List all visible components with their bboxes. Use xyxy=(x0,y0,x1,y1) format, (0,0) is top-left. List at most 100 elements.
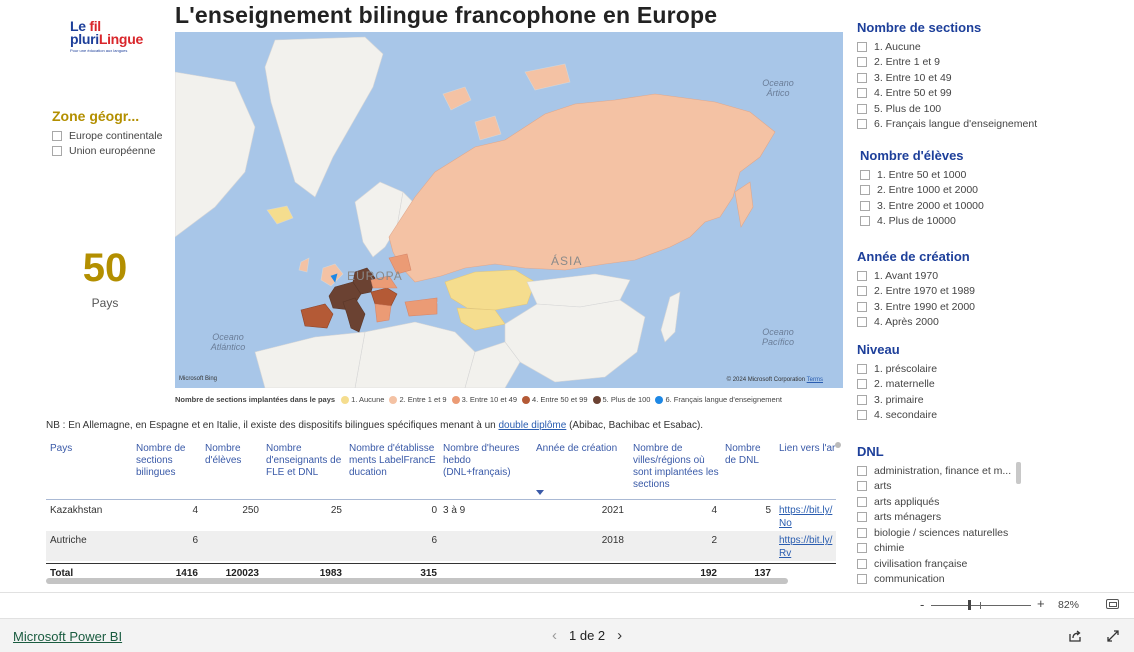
table-row[interactable]: Kazakhstan 4 250 25 0 3 à 9 2021 4 5 htt… xyxy=(46,501,836,531)
checkbox[interactable] xyxy=(857,41,867,52)
filter-option[interactable]: 1. Avant 1970 xyxy=(857,268,975,284)
dnl-list-scrollbar[interactable] xyxy=(1016,462,1021,484)
next-page-button[interactable]: › xyxy=(617,627,622,644)
filter-option[interactable]: civilisation française xyxy=(857,556,1011,572)
checkbox[interactable] xyxy=(857,394,867,405)
zoom-percent: 82% xyxy=(1058,599,1080,611)
checkbox[interactable] xyxy=(857,317,867,328)
filter-option[interactable]: 2. Entre 1970 et 1989 xyxy=(857,284,975,300)
filter-option[interactable]: 3. Entre 2000 et 10000 xyxy=(860,198,984,214)
checkbox[interactable] xyxy=(857,286,867,297)
checkbox[interactable] xyxy=(857,88,867,99)
double-diplome-link[interactable]: double diplôme xyxy=(499,420,567,431)
filter-option[interactable]: 3. Entre 1990 et 2000 xyxy=(857,299,975,315)
filter-option[interactable]: 2. Entre 1 et 9 xyxy=(857,55,1037,71)
zoom-slider-thumb[interactable] xyxy=(968,600,971,610)
zone-option[interactable]: Europe continentale xyxy=(52,128,162,144)
checkbox[interactable] xyxy=(857,363,867,374)
checkbox[interactable] xyxy=(857,481,867,492)
filter-option[interactable]: chimie xyxy=(857,541,1011,557)
filter-option[interactable]: biologie / sciences naturelles xyxy=(857,525,1011,541)
legend-item[interactable]: 3. Entre 10 et 49 xyxy=(451,395,517,404)
checkbox[interactable] xyxy=(857,72,867,83)
col-header-villes[interactable]: Nombre de villes/régions où sont implant… xyxy=(633,443,721,491)
prev-page-button[interactable]: ‹ xyxy=(552,627,557,644)
filter-option[interactable]: 2. Entre 1000 et 2000 xyxy=(860,183,984,199)
checkbox[interactable] xyxy=(857,57,867,68)
checkbox[interactable] xyxy=(857,379,867,390)
checkbox[interactable] xyxy=(857,558,867,569)
filter-option[interactable]: 5. Plus de 100 xyxy=(857,101,1037,117)
checkbox[interactable] xyxy=(857,465,867,476)
fit-to-page-icon[interactable] xyxy=(1106,599,1119,609)
filter-option[interactable]: 6. Français langue d'enseignement xyxy=(857,117,1037,133)
zoom-out-button[interactable]: - xyxy=(920,597,924,612)
map-label-atlantic: Oceano Atlántico xyxy=(210,332,246,352)
cell-lien[interactable]: https://bit.ly/No xyxy=(779,504,836,530)
legend-item[interactable]: 4. Entre 50 et 99 xyxy=(522,395,588,404)
checkbox[interactable] xyxy=(857,574,867,585)
col-header-eleves[interactable]: Nombre d'élèves xyxy=(205,443,260,467)
filter-option[interactable]: 4. Après 2000 xyxy=(857,315,975,331)
filter-option[interactable]: communication xyxy=(857,572,1011,588)
filter-niveau-title: Niveau xyxy=(857,342,900,357)
zoom-slider-tick xyxy=(980,602,981,609)
legend-item[interactable]: 5. Plus de 100 xyxy=(592,395,650,404)
filter-option[interactable]: administration, finance et m... xyxy=(857,463,1011,479)
col-header-annee[interactable]: Année de création xyxy=(536,443,628,455)
filter-option[interactable]: 1. préscolaire xyxy=(857,361,937,377)
zoom-slider-track[interactable] xyxy=(931,605,1031,606)
sort-desc-icon[interactable] xyxy=(536,490,544,495)
legend-item[interactable]: 6. Français langue d'enseignement xyxy=(655,395,782,404)
checkbox[interactable] xyxy=(860,169,870,180)
share-icon[interactable] xyxy=(1068,629,1082,643)
checkbox[interactable] xyxy=(857,410,867,421)
checkbox[interactable] xyxy=(52,130,62,141)
filter-eleves-list: 1. Entre 50 et 1000 2. Entre 1000 et 200… xyxy=(860,167,984,229)
filter-option[interactable]: arts xyxy=(857,479,1011,495)
filter-option[interactable]: 1. Aucune xyxy=(857,39,1037,55)
table-horizontal-scrollbar[interactable] xyxy=(46,578,788,584)
country-count-label: Pays xyxy=(91,296,119,310)
filter-option[interactable]: 4. secondaire xyxy=(857,408,937,424)
col-header-sections[interactable]: Nombre de sections bilingues xyxy=(136,443,201,479)
filter-option[interactable]: arts appliqués xyxy=(857,494,1011,510)
legend-item[interactable]: 2. Entre 1 et 9 xyxy=(389,395,447,404)
col-header-heures[interactable]: Nombre d'heures hebdo (DNL+français) xyxy=(443,443,531,479)
checkbox[interactable] xyxy=(52,146,62,157)
zoom-in-button[interactable]: + xyxy=(1037,596,1045,611)
table-vertical-scrollbar[interactable] xyxy=(835,442,841,448)
checkbox[interactable] xyxy=(857,103,867,114)
cell-lien[interactable]: https://bit.ly/Rv xyxy=(779,534,836,560)
power-bi-link[interactable]: Microsoft Power BI xyxy=(13,629,122,644)
legend-item[interactable]: 1. Aucune xyxy=(341,395,384,404)
checkbox[interactable] xyxy=(857,543,867,554)
filter-option[interactable]: 3. Entre 10 et 49 xyxy=(857,70,1037,86)
filter-option[interactable]: 3. primaire xyxy=(857,392,937,408)
col-header-enseignants[interactable]: Nombre d'enseignants de FLE et DNL xyxy=(266,443,344,479)
filter-option[interactable]: 2. maternelle xyxy=(857,377,937,393)
checkbox[interactable] xyxy=(857,496,867,507)
cell-dnl: 5 xyxy=(765,505,771,516)
fullscreen-icon[interactable] xyxy=(1106,629,1120,643)
terms-link[interactable]: Terms xyxy=(807,377,823,383)
checkbox[interactable] xyxy=(857,119,867,130)
col-header-dnl[interactable]: Nombre de DNL xyxy=(725,443,773,467)
checkbox[interactable] xyxy=(857,512,867,523)
checkbox[interactable] xyxy=(860,216,870,227)
checkbox[interactable] xyxy=(857,301,867,312)
checkbox[interactable] xyxy=(860,185,870,196)
table-row[interactable]: Autriche 6 6 2018 2 https://bit.ly/Rv xyxy=(46,531,836,561)
filter-option[interactable]: 1. Entre 50 et 1000 xyxy=(860,167,984,183)
checkbox[interactable] xyxy=(860,200,870,211)
col-header-lien[interactable]: Lien vers l'article Fil pluriLingue xyxy=(779,443,836,469)
europe-map[interactable]: Oceano Ártico Oceano Atlántico Oceano Pacíf… xyxy=(175,32,843,388)
checkbox[interactable] xyxy=(857,527,867,538)
col-header-etablissements[interactable]: Nombre d'établissements LabelFrancEducat… xyxy=(349,443,439,479)
col-header-pays[interactable]: Pays xyxy=(50,443,130,455)
filter-option[interactable]: 4. Entre 50 et 99 xyxy=(857,86,1037,102)
filter-option[interactable]: arts ménagers xyxy=(857,510,1011,526)
zone-option[interactable]: Union européenne xyxy=(52,144,162,160)
filter-option[interactable]: 4. Plus de 10000 xyxy=(860,214,984,230)
checkbox[interactable] xyxy=(857,270,867,281)
